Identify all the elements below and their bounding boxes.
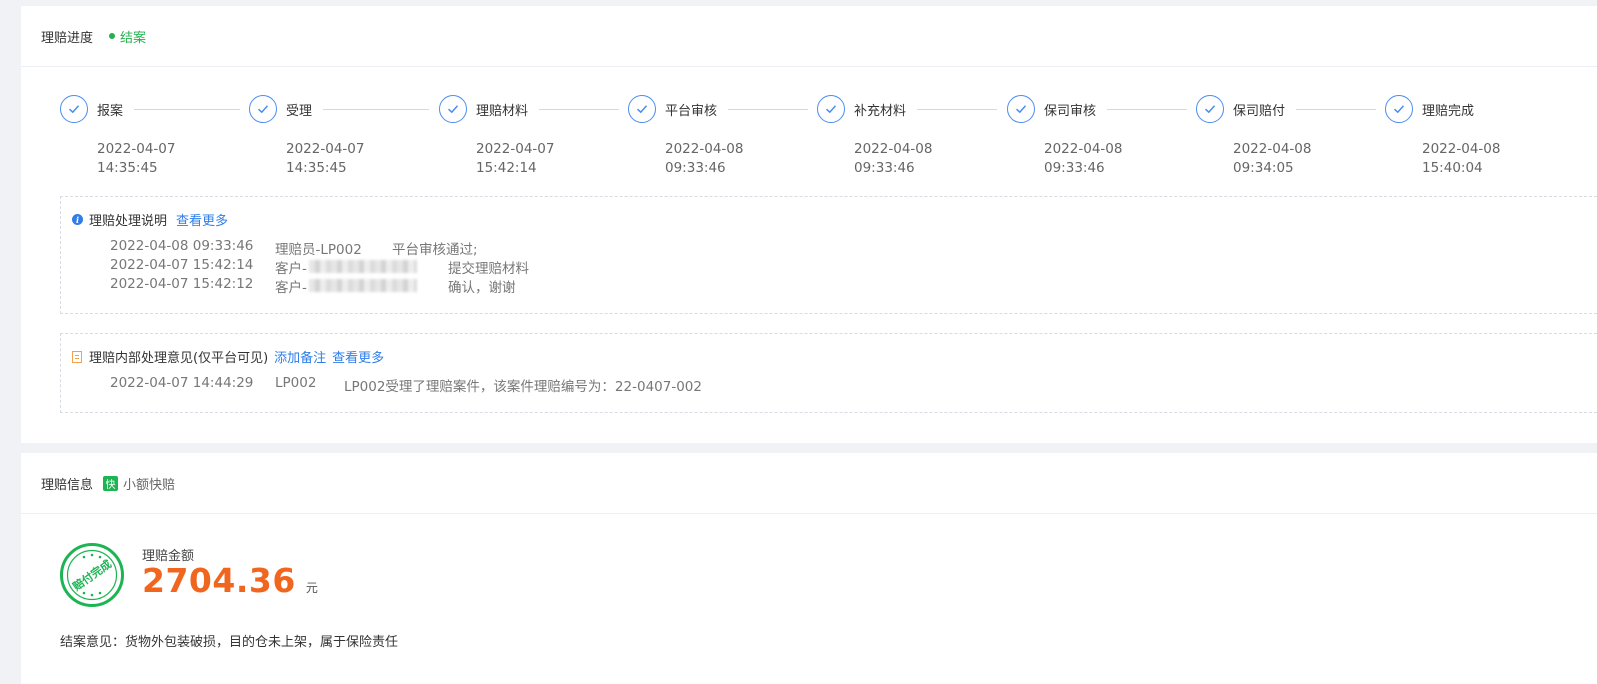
step-title: 平台审核 <box>665 104 718 119</box>
progress-title: 理赔进度 <box>41 30 94 46</box>
amount-row: 2704.36 元 <box>142 561 318 600</box>
step-time: 2022-04-07 14:35:45 <box>286 141 365 176</box>
internal-view-more-link[interactable]: 查看更多 <box>332 347 384 366</box>
check-icon <box>628 95 656 123</box>
info-title: 理赔信息 <box>41 477 94 493</box>
add-remark-link[interactable]: 添加备注 <box>274 347 326 366</box>
step-title: 理赔材料 <box>476 104 529 119</box>
step-connector <box>134 109 240 110</box>
progress-steps: 报案 2022-04-07 14:35:45 受理 2022-04-07 14:35… <box>60 95 1580 185</box>
claim-detail-page: 理赔进度 结案 报案 2022-04-07 14:35:45 受理 2022-04… <box>0 0 1597 684</box>
internal-header: 理赔内部处理意见(仅平台可见) 添加备注 查看更多 <box>72 347 384 366</box>
info-header: 理赔信息 快 小额快赔 <box>21 453 1597 514</box>
step-connector <box>323 109 429 110</box>
check-icon <box>249 95 277 123</box>
step-connector <box>1296 109 1376 110</box>
step-title: 报案 <box>97 104 124 119</box>
step-connector <box>728 109 808 110</box>
notes-view-more-link[interactable]: 查看更多 <box>176 210 228 229</box>
step-connector <box>1107 109 1187 110</box>
step-time: 2022-04-08 09:33:46 <box>1044 141 1123 176</box>
claim-amount: 2704.36 <box>142 561 296 600</box>
step-time: 2022-04-08 09:34:05 <box>1233 141 1312 176</box>
claim-progress-card: 理赔进度 结案 报案 2022-04-07 14:35:45 受理 2022-04… <box>21 6 1597 443</box>
step-time: 2022-04-07 15:42:14 <box>476 141 555 176</box>
notes-header: i 理赔处理说明 查看更多 <box>72 210 228 229</box>
payment-complete-stamp-icon: 赔付完成 <box>60 543 124 607</box>
step-title: 补充材料 <box>854 104 907 119</box>
step-time: 2022-04-08 09:33:46 <box>665 141 744 176</box>
check-icon <box>1007 95 1035 123</box>
info-icon: i <box>72 214 83 225</box>
step-title: 理赔完成 <box>1422 104 1475 119</box>
check-icon <box>60 95 88 123</box>
check-icon <box>817 95 845 123</box>
redacted-customer-name <box>309 260 417 273</box>
progress-header: 理赔进度 结案 <box>21 6 1597 67</box>
internal-title: 理赔内部处理意见(仅平台可见) <box>89 351 269 366</box>
step-time: 2022-04-07 14:35:45 <box>97 141 176 176</box>
document-icon <box>72 350 82 363</box>
amount-unit: 元 <box>305 581 318 595</box>
redacted-customer-name <box>309 279 417 292</box>
step-title: 保司审核 <box>1044 104 1097 119</box>
notes-title: 理赔处理说明 <box>89 214 168 229</box>
check-icon <box>1196 95 1224 123</box>
step-connector <box>917 109 997 110</box>
step-title: 受理 <box>286 104 313 119</box>
check-icon <box>439 95 467 123</box>
svg-text:赔付完成: 赔付完成 <box>69 557 114 594</box>
status-badge: 结案 <box>120 30 147 46</box>
check-icon <box>1385 95 1413 123</box>
step-connector <box>539 109 619 110</box>
claim-info-card: 理赔信息 快 小额快赔 赔付完成 理赔金额 2704.36 元 结案意见：货物外 <box>21 453 1597 684</box>
step-title: 保司赔付 <box>1233 104 1286 119</box>
step-time: 2022-04-08 09:33:46 <box>854 141 933 176</box>
claim-notes-box: i 理赔处理说明 查看更多 2022-04-08 09:33:46 理赔员-LP… <box>60 196 1597 314</box>
internal-opinion-box: 理赔内部处理意见(仅平台可见) 添加备注 查看更多 2022-04-07 14:… <box>60 333 1597 413</box>
step-time: 2022-04-08 15:40:04 <box>1422 141 1501 176</box>
status-dot-icon <box>109 33 116 39</box>
fast-claim-label: 小额快赔 <box>123 477 176 493</box>
fast-claim-tag: 快 <box>103 475 119 491</box>
closing-opinion: 结案意见：货物外包装破损，目的仓未上架，属于保险责任 <box>60 635 399 650</box>
